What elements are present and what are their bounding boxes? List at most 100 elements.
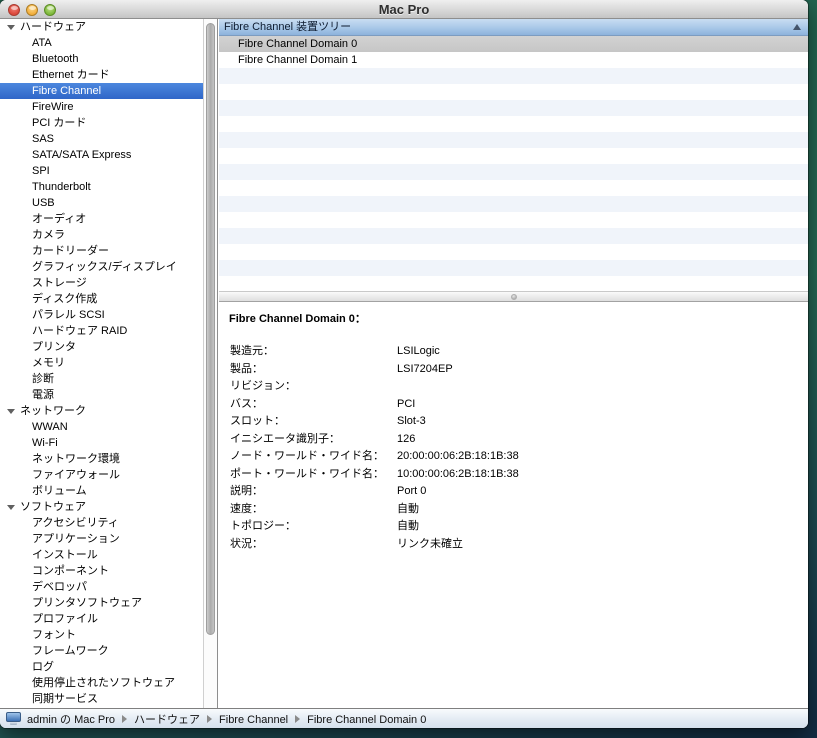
detail-field-row: 製造元：LSILogic (219, 343, 808, 361)
sidebar-item[interactable]: ボリューム (0, 483, 204, 499)
field-label: ポート・ワールド・ワイド名： (230, 466, 397, 484)
sidebar-item[interactable]: SPI (0, 163, 204, 179)
sidebar-item[interactable]: PCI カード (0, 115, 204, 131)
field-value: 126 (397, 431, 808, 449)
sidebar-item[interactable]: ファイアウォール (0, 467, 204, 483)
detail-field-row: スロット：Slot-3 (219, 413, 808, 431)
field-value: 自動 (397, 501, 808, 519)
device-tree-header-label: Fibre Channel 装置ツリー (224, 21, 351, 33)
disclosure-triangle-icon[interactable] (7, 25, 15, 30)
breadcrumb-item[interactable]: admin の Mac Pro (27, 714, 115, 726)
sidebar-item[interactable]: SATA/SATA Express (0, 147, 204, 163)
device-tree-list: Fibre Channel Domain 0Fibre Channel Doma… (219, 36, 808, 291)
sidebar-item[interactable]: USB (0, 195, 204, 211)
sidebar-item[interactable]: オーディオ (0, 211, 204, 227)
detail-field-row: 製品：LSI7204EP (219, 361, 808, 379)
sidebar-section-header[interactable]: ソフトウェア (0, 499, 204, 515)
field-value: Port 0 (397, 483, 808, 501)
sidebar-item[interactable]: プリンタソフトウェア (0, 595, 204, 611)
sidebar-item[interactable]: 電源 (0, 387, 204, 403)
field-label: 説明： (230, 483, 397, 501)
field-value: PCI (397, 396, 808, 414)
sidebar-item[interactable]: Bluetooth (0, 51, 204, 67)
breadcrumb-item[interactable]: Fibre Channel Domain 0 (307, 714, 426, 726)
field-label: リビジョン： (230, 378, 397, 396)
pane-splitter[interactable] (219, 291, 808, 302)
field-value: Slot-3 (397, 413, 808, 431)
sort-ascending-icon[interactable] (793, 24, 801, 30)
device-tree-row[interactable]: Fibre Channel Domain 0 (219, 36, 808, 52)
detail-field-row: イニシエータ識別子：126 (219, 431, 808, 449)
sidebar-item[interactable]: アプリケーション (0, 531, 204, 547)
field-label: 製品： (230, 361, 397, 379)
computer-icon (6, 712, 21, 725)
sidebar-item[interactable]: Thunderbolt (0, 179, 204, 195)
breadcrumb-separator-icon (295, 715, 300, 723)
detail-title: Fibre Channel Domain 0： (219, 302, 808, 326)
disclosure-triangle-icon[interactable] (7, 409, 15, 414)
sidebar-item[interactable]: カードリーダー (0, 243, 204, 259)
title-bar[interactable]: Mac Pro (0, 0, 808, 19)
sidebar-item[interactable]: FireWire (0, 99, 204, 115)
sidebar-item[interactable]: SAS (0, 131, 204, 147)
sidebar-item[interactable]: フォント (0, 627, 204, 643)
sidebar-item[interactable]: インストール (0, 547, 204, 563)
sidebar-list: ハードウェアATABluetoothEthernet カードFibre Chan… (0, 19, 204, 708)
detail-field-row: 速度：自動 (219, 501, 808, 519)
sidebar-item[interactable]: 同期サービス (0, 691, 204, 707)
sidebar-item[interactable]: 使用停止されたソフトウェア (0, 675, 204, 691)
device-tree-header[interactable]: Fibre Channel 装置ツリー (219, 19, 808, 36)
field-value: LSILogic (397, 343, 808, 361)
sidebar-section-header[interactable]: ハードウェア (0, 19, 204, 35)
sidebar-section-header[interactable]: ネットワーク (0, 403, 204, 419)
device-tree-row[interactable]: Fibre Channel Domain 1 (219, 52, 808, 68)
sidebar-item[interactable]: Wi-Fi (0, 435, 204, 451)
field-value: リンク未確立 (397, 536, 808, 554)
sidebar-item[interactable]: ATA (0, 35, 204, 51)
field-label: 速度： (230, 501, 397, 519)
sidebar-item[interactable]: デベロッパ (0, 579, 204, 595)
field-value: LSI7204EP (397, 361, 808, 379)
sidebar-item[interactable]: ネットワーク環境 (0, 451, 204, 467)
splitter-grip-icon[interactable] (511, 294, 517, 300)
field-label: バス： (230, 396, 397, 414)
sidebar-item[interactable]: ログ (0, 659, 204, 675)
sidebar-item[interactable]: フレームワーク (0, 643, 204, 659)
detail-pane: Fibre Channel Domain 0： 製造元：LSILogic製品：L… (219, 302, 808, 708)
sidebar-item[interactable]: グラフィックス/ディスプレイ (0, 259, 204, 275)
detail-field-row: 状況：リンク未確立 (219, 536, 808, 554)
sidebar-item[interactable]: パラレル SCSI (0, 307, 204, 323)
breadcrumb-separator-icon (122, 715, 127, 723)
field-value: 20:00:00:06:2B:18:1B:38 (397, 448, 808, 466)
breadcrumb-item[interactable]: Fibre Channel (219, 714, 288, 726)
sidebar-item[interactable]: Ethernet カード (0, 67, 204, 83)
field-label: トポロジー： (230, 518, 397, 536)
field-value: 10:00:00:06:2B:18:1B:38 (397, 466, 808, 484)
sidebar-item[interactable]: メモリ (0, 355, 204, 371)
detail-field-row: ノード・ワールド・ワイド名：20:00:00:06:2B:18:1B:38 (219, 448, 808, 466)
sidebar-item[interactable]: ディスク作成 (0, 291, 204, 307)
sidebar-item[interactable]: 診断 (0, 371, 204, 387)
sidebar-item[interactable]: ストレージ (0, 275, 204, 291)
breadcrumb-separator-icon (207, 715, 212, 723)
sidebar-item[interactable]: ハードウェア RAID (0, 323, 204, 339)
sidebar-item[interactable]: プロファイル (0, 611, 204, 627)
field-value (397, 378, 808, 396)
detail-field-row: ポート・ワールド・ワイド名：10:00:00:06:2B:18:1B:38 (219, 466, 808, 484)
sidebar-item[interactable]: コンポーネント (0, 563, 204, 579)
sidebar-scrollbar[interactable] (203, 19, 217, 708)
status-bar: admin の Mac Pro ハードウェア Fibre Channel Fibre … (0, 708, 808, 728)
sidebar-item[interactable]: カメラ (0, 227, 204, 243)
detail-field-row: トポロジー：自動 (219, 518, 808, 536)
breadcrumb-item[interactable]: ハードウェア (134, 714, 200, 726)
field-label: ノード・ワールド・ワイド名： (230, 448, 397, 466)
sidebar-item[interactable]: Fibre Channel (0, 83, 204, 99)
system-information-window: Mac Pro ハードウェアATABluetoothEthernet カードFi… (0, 0, 808, 728)
sidebar-scrollbar-thumb[interactable] (206, 23, 215, 635)
detail-field-row: リビジョン： (219, 378, 808, 396)
sidebar-item[interactable]: プリンタ (0, 339, 204, 355)
sidebar-item[interactable]: WWAN (0, 419, 204, 435)
sidebar-item[interactable]: アクセシビリティ (0, 515, 204, 531)
detail-field-row: バス：PCI (219, 396, 808, 414)
disclosure-triangle-icon[interactable] (7, 505, 15, 510)
